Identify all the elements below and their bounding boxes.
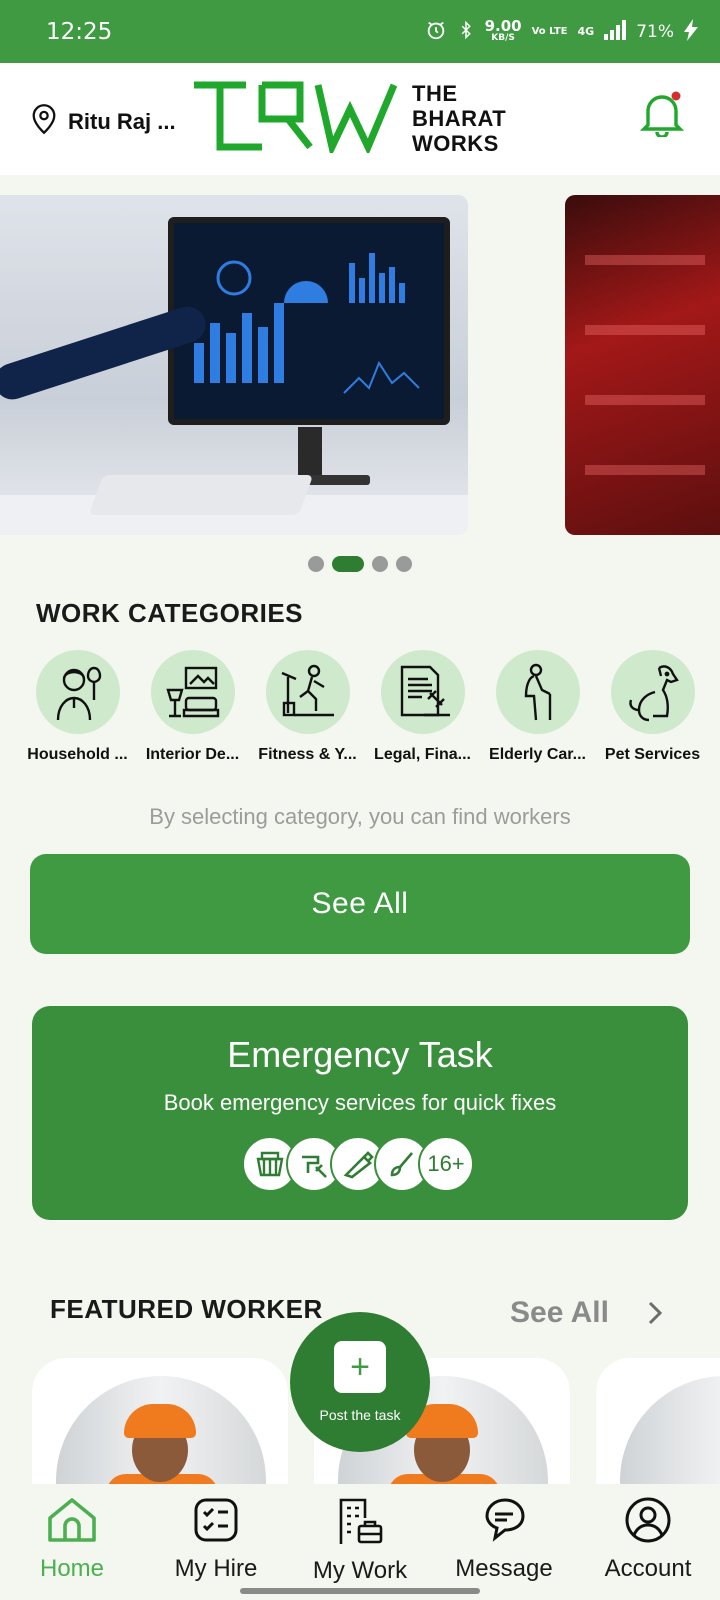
category-label: Interior De... bbox=[145, 746, 240, 763]
carousel-dot-active[interactable] bbox=[332, 556, 364, 572]
location-selector[interactable]: Ritu Raj ... bbox=[30, 103, 176, 140]
banner-monitor-stand bbox=[298, 427, 322, 477]
categories-title: WORK CATEGORIES bbox=[36, 598, 304, 628]
worker-card[interactable] bbox=[32, 1358, 288, 1488]
carousel-dot[interactable] bbox=[372, 556, 388, 572]
category-interior-design[interactable]: Interior De... bbox=[135, 650, 250, 764]
category-legal-finance[interactable]: Legal, Fina... bbox=[365, 650, 480, 764]
interior-design-icon bbox=[150, 650, 235, 734]
emergency-task-card[interactable]: Emergency Task Book emergency services f… bbox=[32, 1006, 688, 1220]
banner-monitor-image bbox=[168, 217, 450, 425]
legal-document-icon bbox=[380, 650, 465, 734]
category-pet-services[interactable]: Pet Services bbox=[595, 650, 710, 764]
status-icons: 9.00 KB/S Vo LTE 4G 71% bbox=[425, 18, 698, 45]
nav-label: My Work bbox=[312, 1557, 408, 1584]
carousel-dot[interactable] bbox=[396, 556, 412, 572]
see-all-categories-button[interactable]: See All bbox=[30, 854, 690, 954]
banner-keyboard bbox=[88, 475, 314, 515]
location-pin-icon bbox=[30, 103, 58, 140]
featured-worker-title: FEATURED WORKER bbox=[50, 1294, 323, 1324]
worker-photo bbox=[56, 1376, 266, 1488]
logo-text: THE BHARAT WORKS bbox=[412, 81, 506, 156]
slide-decor bbox=[585, 395, 705, 405]
elderly-care-icon bbox=[495, 650, 580, 734]
network-speed: 9.00 KB/S bbox=[485, 18, 522, 44]
charging-icon bbox=[684, 18, 698, 45]
chevron-right-icon[interactable] bbox=[646, 1300, 664, 1331]
category-label: Fitness & Y... bbox=[258, 746, 357, 763]
nav-label: Home bbox=[39, 1555, 105, 1582]
hard-hat bbox=[124, 1404, 196, 1438]
post-task-button[interactable]: + Post the task bbox=[290, 1312, 430, 1452]
post-task-label: Post the task bbox=[319, 1407, 401, 1423]
app-logo: THE BHARAT WORKS bbox=[190, 79, 506, 158]
user-icon bbox=[624, 1496, 672, 1549]
app-header: Ritu Raj ... THE BHARAT WORKS bbox=[0, 63, 720, 175]
housekeeper-icon bbox=[35, 650, 120, 734]
slide-decor bbox=[585, 465, 705, 475]
banner-slide-next[interactable] bbox=[565, 195, 720, 535]
more-services-count: 16+ bbox=[418, 1136, 474, 1192]
checklist-icon bbox=[192, 1496, 240, 1549]
logo-word-the: THE bbox=[412, 81, 458, 106]
slide-decor bbox=[585, 325, 705, 335]
alarm-icon bbox=[425, 19, 447, 45]
category-label: Household ... bbox=[27, 746, 128, 763]
category-label: Pet Services bbox=[604, 746, 701, 763]
trw-logo-icon bbox=[190, 79, 402, 158]
bell-icon bbox=[639, 91, 685, 141]
logo-word-works: WORKS bbox=[412, 131, 499, 156]
carousel-dot[interactable] bbox=[308, 556, 324, 572]
category-elderly-care[interactable]: Elderly Car... bbox=[480, 650, 595, 764]
category-household[interactable]: Household ... bbox=[20, 650, 135, 764]
dog-icon bbox=[610, 650, 695, 734]
network-type: 4G bbox=[577, 25, 595, 38]
banner-carousel[interactable] bbox=[0, 195, 720, 535]
gesture-home-bar[interactable] bbox=[240, 1588, 480, 1594]
nav-label: My Hire bbox=[174, 1555, 258, 1582]
status-time: 12:25 bbox=[46, 18, 113, 45]
nav-my-hire[interactable]: My Hire bbox=[144, 1484, 288, 1600]
logo-word-bharat: BHARAT bbox=[412, 106, 507, 131]
signal-icon bbox=[604, 19, 627, 44]
notifications-button[interactable] bbox=[639, 89, 685, 142]
banner-slide-current[interactable] bbox=[0, 195, 468, 535]
category-hint: By selecting category, you can find work… bbox=[149, 804, 571, 829]
fitness-icon bbox=[265, 650, 350, 734]
plus-icon: + bbox=[334, 1341, 386, 1393]
chat-icon bbox=[479, 1496, 529, 1549]
featured-see-all-link[interactable]: See All bbox=[510, 1296, 609, 1330]
carousel-indicator bbox=[0, 556, 720, 572]
nav-account[interactable]: Account bbox=[576, 1484, 720, 1600]
worker-photo bbox=[620, 1376, 720, 1488]
emergency-service-icons: 16+ bbox=[242, 1136, 474, 1192]
worker-card[interactable] bbox=[596, 1358, 720, 1488]
office-briefcase-icon bbox=[335, 1496, 385, 1551]
category-label: Legal, Fina... bbox=[374, 746, 471, 763]
slide-decor bbox=[585, 255, 705, 265]
nav-label: Account bbox=[604, 1555, 692, 1582]
home-icon bbox=[46, 1496, 98, 1549]
category-list: Household ... Interior De... Fitness & Y… bbox=[20, 650, 710, 764]
location-name: Ritu Raj ... bbox=[68, 108, 176, 134]
bluetooth-icon bbox=[457, 19, 475, 45]
volte-badge: Vo LTE bbox=[531, 26, 568, 37]
nav-label: Message bbox=[455, 1555, 553, 1582]
nav-my-work[interactable]: My Work bbox=[288, 1484, 432, 1600]
bottom-navigation: Home My Hire My Work Message Account bbox=[0, 1484, 720, 1600]
category-fitness[interactable]: Fitness & Y... bbox=[250, 650, 365, 764]
battery-level: 71% bbox=[636, 21, 674, 42]
emergency-subtitle: Book emergency services for quick fixes bbox=[163, 1090, 557, 1115]
status-bar: 12:25 9.00 KB/S Vo LTE 4G 71% bbox=[0, 0, 720, 63]
emergency-title: Emergency Task bbox=[227, 1034, 493, 1075]
nav-home[interactable]: Home bbox=[0, 1484, 144, 1600]
nav-message[interactable]: Message bbox=[432, 1484, 576, 1600]
category-label: Elderly Car... bbox=[489, 746, 586, 763]
